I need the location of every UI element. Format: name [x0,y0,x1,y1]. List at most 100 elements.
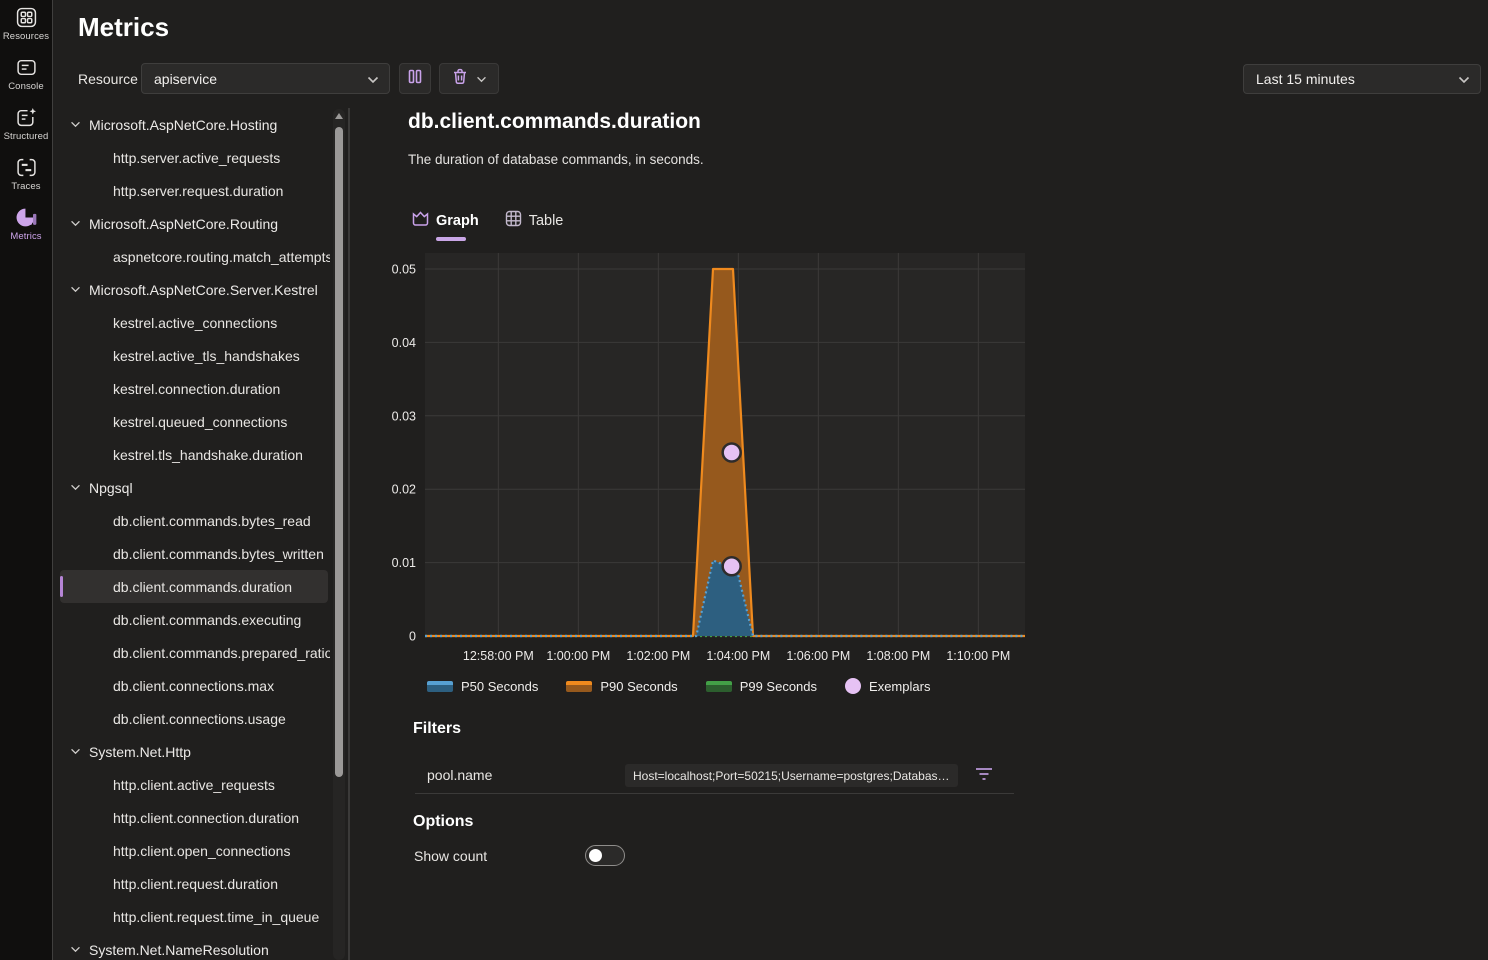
tree-item-label: db.client.connections.max [113,678,274,694]
tree-item-http.client.connection.duration[interactable]: http.client.connection.duration [60,801,328,834]
svg-text:1:02:00 PM: 1:02:00 PM [626,649,690,663]
resource-select[interactable]: apiservice [141,63,390,94]
tree-item-db.client.commands.executing[interactable]: db.client.commands.executing [60,603,328,636]
tree-item-label: db.client.commands.bytes_read [113,513,311,529]
legend-exemplar-dot-icon [845,678,861,694]
tree-item-label: kestrel.queued_connections [113,414,287,430]
tree-item-db.client.commands.prepared_ratio[interactable]: db.client.commands.prepared_ratio [60,636,328,669]
metrics-pie-icon [16,207,37,228]
show-count-label: Show count [414,848,487,864]
table-grid-icon [505,210,522,231]
tree-item-db.client.commands.bytes_read[interactable]: db.client.commands.bytes_read [60,504,328,537]
svg-text:0.04: 0.04 [392,336,416,350]
nav-item-metrics[interactable]: Metrics [0,200,52,250]
filter-value-text: Host=localhost;Port=50215;Username=postg… [633,769,950,783]
legend-entry-P50 Seconds[interactable]: P50 Seconds [427,679,538,694]
tree-group-System.Net.Http[interactable]: System.Net.Http [60,735,330,768]
trash-icon [452,68,468,90]
svg-text:1:08:00 PM: 1:08:00 PM [866,649,930,663]
scroll-up-arrow-icon[interactable] [335,113,343,119]
tree-scrollbar-thumb[interactable] [335,127,343,777]
tab-table[interactable]: Table [505,210,564,241]
filter-button[interactable] [972,765,996,787]
svg-text:0.02: 0.02 [392,483,416,497]
legend-entry-Exemplars[interactable]: Exemplars [845,678,930,694]
metric-tree: Microsoft.AspNetCore.Hosting http.server.… [60,108,330,960]
metric-title: db.client.commands.duration [408,110,701,134]
remove-metrics-split-button[interactable] [439,63,499,94]
tree-item-http.client.request.time_in_queue[interactable]: http.client.request.time_in_queue [60,900,328,933]
tree-item-http.client.open_connections[interactable]: http.client.open_connections [60,834,328,867]
tab-graph[interactable]: Graph [412,210,479,241]
tree-item-aspnetcore.routing.match_attempts[interactable]: aspnetcore.routing.match_attempts [60,240,328,273]
tree-item-http.client.request.duration[interactable]: http.client.request.duration [60,867,328,900]
tree-item-label: kestrel.active_tls_handshakes [113,348,300,364]
pause-updates-button[interactable] [399,63,431,94]
svg-text:0.01: 0.01 [392,556,416,570]
nav-item-resources[interactable]: Resources [0,0,52,50]
tree-group-label: Microsoft.AspNetCore.Hosting [89,117,277,133]
svg-text:1:10:00 PM: 1:10:00 PM [946,649,1010,663]
traces-icon [16,157,37,178]
filter-value-chip[interactable]: Host=localhost;Port=50215;Username=postg… [625,764,958,787]
nav-item-structured[interactable]: Structured [0,100,52,150]
tree-item-label: http.client.connection.duration [113,810,299,826]
tree-scrollbar[interactable] [333,109,345,960]
chevron-down-icon [70,484,81,491]
tree-item-label: http.client.active_requests [113,777,275,793]
tree-item-kestrel.active_tls_handshakes[interactable]: kestrel.active_tls_handshakes [60,339,328,372]
svg-text:1:06:00 PM: 1:06:00 PM [786,649,850,663]
tree-item-http.server.active_requests[interactable]: http.server.active_requests [60,141,328,174]
tree-item-db.client.commands.bytes_written[interactable]: db.client.commands.bytes_written [60,537,328,570]
tree-item-label: aspnetcore.routing.match_attempts [113,249,330,265]
legend-swatch-icon [566,681,592,692]
tree-group-Microsoft.AspNetCore.Routing[interactable]: Microsoft.AspNetCore.Routing [60,207,330,240]
tree-group-Npgsql[interactable]: Npgsql [60,471,330,504]
legend-label: P99 Seconds [740,679,817,694]
svg-text:12:58:00 PM: 12:58:00 PM [463,649,534,663]
toggle-knob [589,849,602,862]
panel-divider [348,108,350,960]
tree-item-label: kestrel.active_connections [113,315,277,331]
tree-item-db.client.connections.usage[interactable]: db.client.connections.usage [60,702,328,735]
metric-description: The duration of database commands, in se… [408,152,704,167]
tree-item-label: http.server.active_requests [113,150,280,166]
tree-item-label: http.client.request.duration [113,876,278,892]
tree-item-db.client.commands.duration[interactable]: db.client.commands.duration [60,570,328,603]
tree-group-label: System.Net.NameResolution [89,942,269,958]
tab-label: Table [529,213,564,229]
tree-group-Microsoft.AspNetCore.Server.Kestrel[interactable]: Microsoft.AspNetCore.Server.Kestrel [60,273,330,306]
tree-item-db.client.connections.max[interactable]: db.client.connections.max [60,669,328,702]
exemplar-point[interactable] [723,557,741,575]
chevron-down-icon [70,220,81,227]
show-count-toggle[interactable] [585,845,625,866]
exemplar-point[interactable] [723,444,741,462]
nav-item-label: Structured [4,131,49,142]
metric-chart[interactable]: 00.010.020.030.040.0512:58:00 PM1:00:00 … [380,252,1030,668]
pause-icon [408,69,422,89]
nav-item-label: Console [8,81,44,92]
tab-label: Graph [436,213,479,229]
nav-item-console[interactable]: Console [0,50,52,100]
tree-group-Microsoft.AspNetCore.Hosting[interactable]: Microsoft.AspNetCore.Hosting [60,108,330,141]
tree-item-label: db.client.commands.duration [113,579,292,595]
nav-item-traces[interactable]: Traces [0,150,52,200]
tree-item-label: http.client.open_connections [113,843,290,859]
tree-item-http.server.request.duration[interactable]: http.server.request.duration [60,174,328,207]
filters-divider [415,793,1014,794]
structured-logs-icon [16,107,37,128]
time-range-select[interactable]: Last 15 minutes [1243,64,1481,94]
nav-item-label: Metrics [10,231,41,242]
chevron-down-icon [70,946,81,953]
tree-item-label: db.client.commands.bytes_written [113,546,324,562]
tree-item-kestrel.active_connections[interactable]: kestrel.active_connections [60,306,328,339]
tree-item-kestrel.queued_connections[interactable]: kestrel.queued_connections [60,405,328,438]
time-range-value: Last 15 minutes [1256,71,1355,87]
legend-entry-P99 Seconds[interactable]: P99 Seconds [706,679,817,694]
tree-group-System.Net.NameResolution[interactable]: System.Net.NameResolution [60,933,330,960]
tree-item-kestrel.tls_handshake.duration[interactable]: kestrel.tls_handshake.duration [60,438,328,471]
legend-swatch-icon [706,681,732,692]
tree-item-kestrel.connection.duration[interactable]: kestrel.connection.duration [60,372,328,405]
legend-entry-P90 Seconds[interactable]: P90 Seconds [566,679,677,694]
tree-item-http.client.active_requests[interactable]: http.client.active_requests [60,768,328,801]
